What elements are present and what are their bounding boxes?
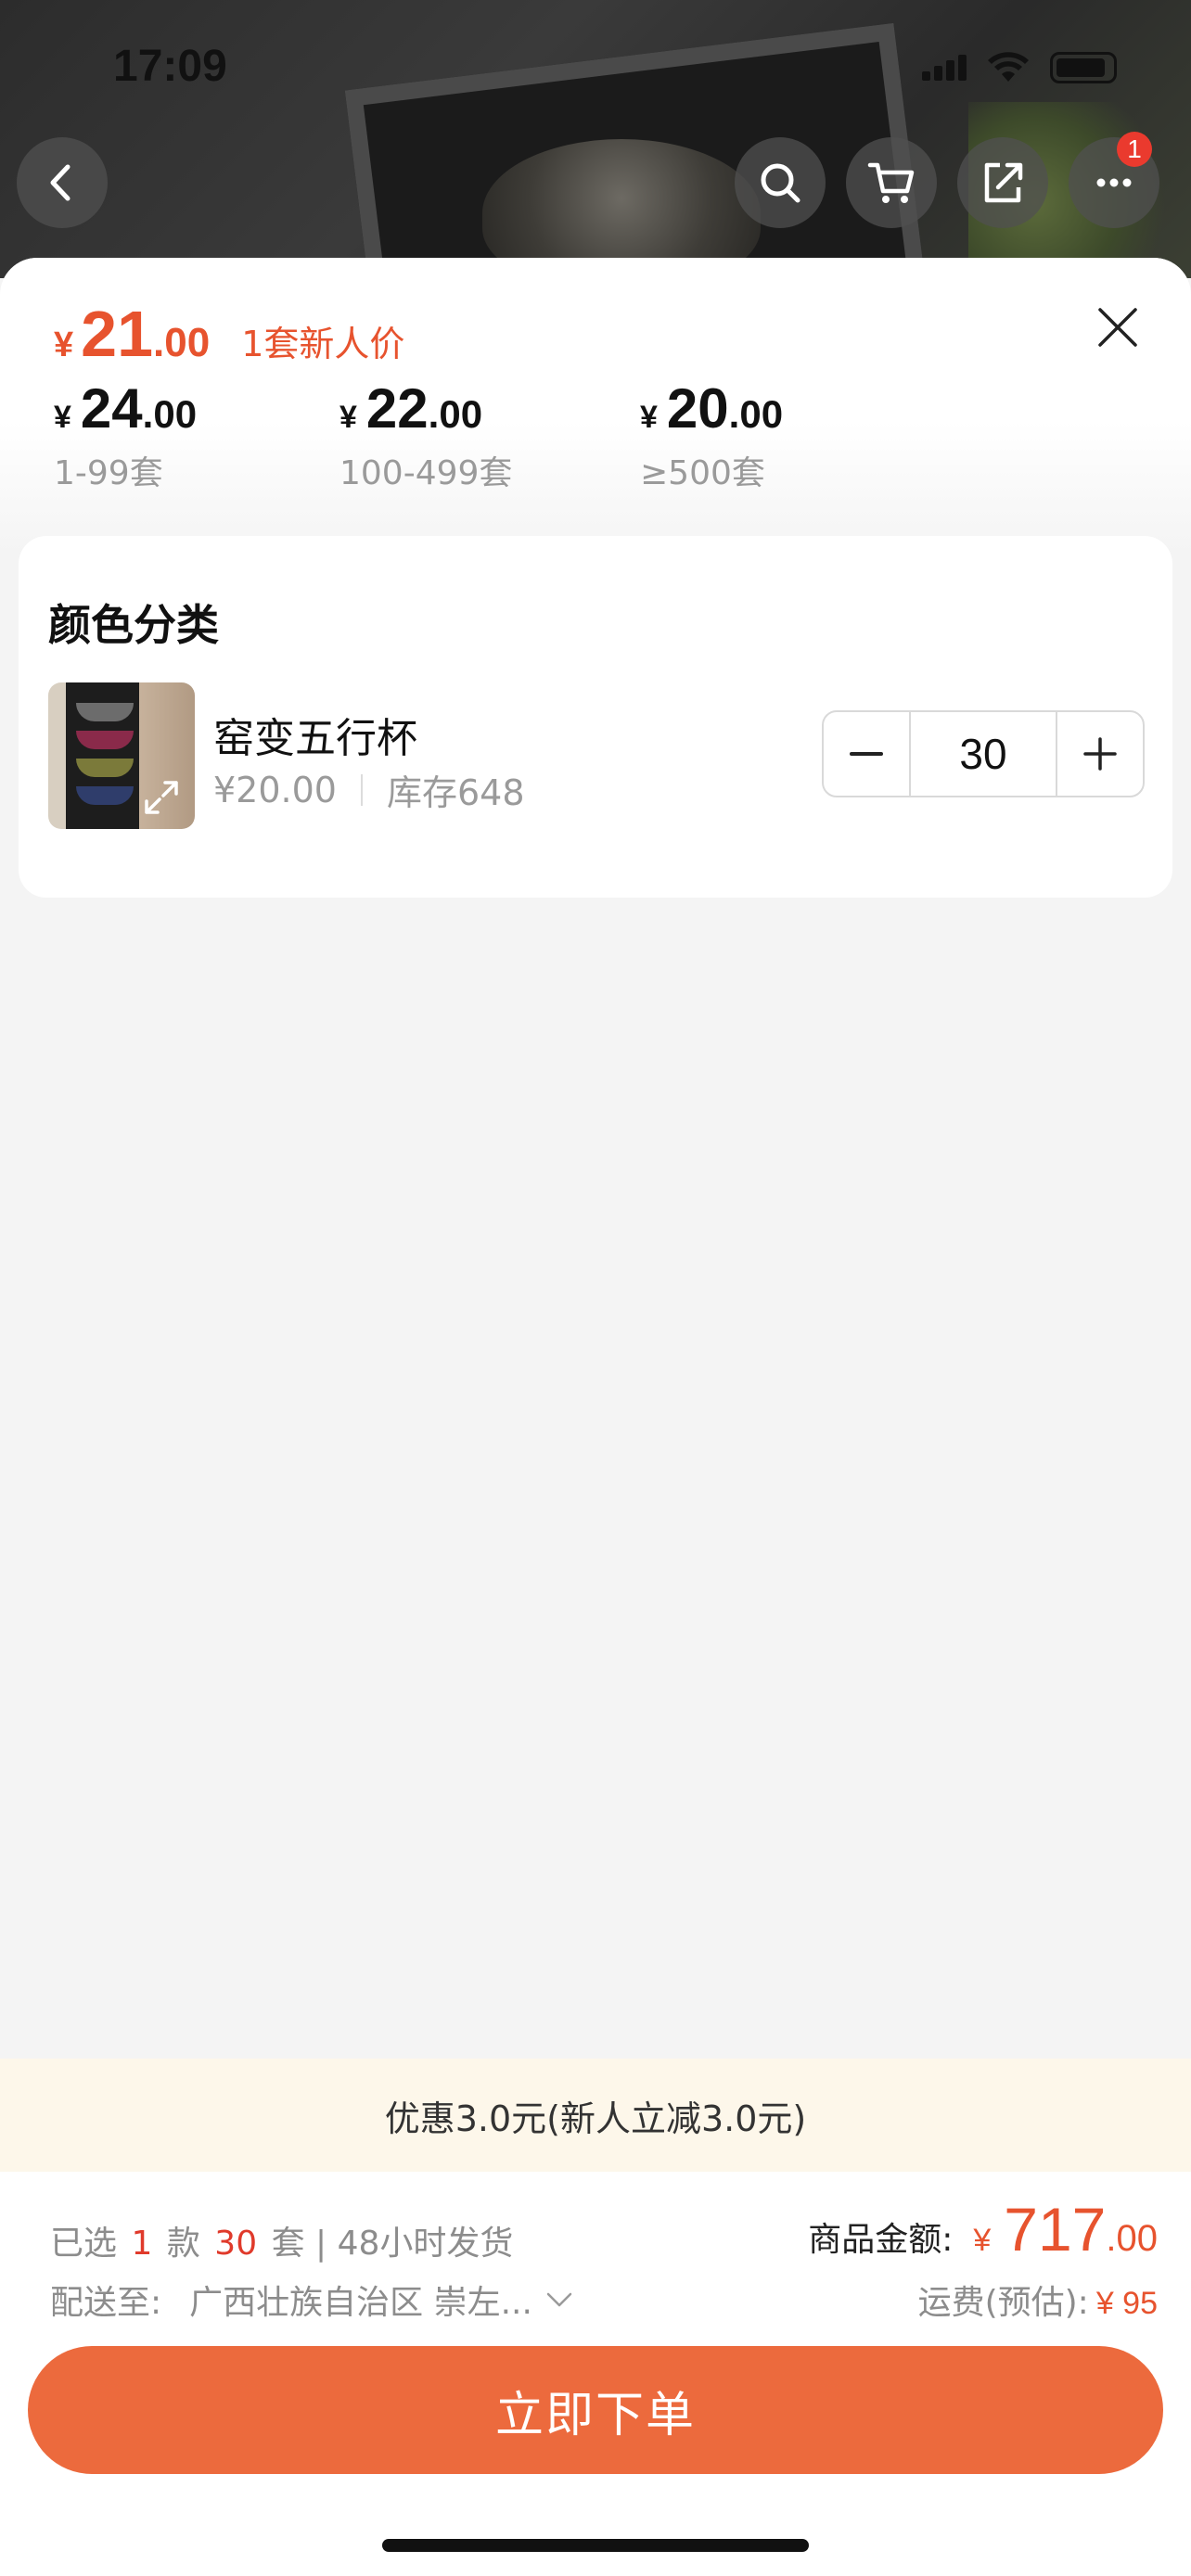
tier-currency: ¥ <box>54 400 71 435</box>
search-button[interactable] <box>735 137 826 228</box>
tier-range: 100-499套 <box>339 454 513 492</box>
freight-label: 运费(预估): <box>917 2284 1089 2322</box>
tier-integer: 24 <box>80 377 143 440</box>
bowl-image <box>76 703 134 721</box>
home-indicator <box>382 2539 809 2552</box>
tier-range: ≥500套 <box>640 454 765 492</box>
selected-count: 1 <box>131 2225 153 2263</box>
price-tier: ¥ 20 .00 ≥500套 <box>640 376 937 494</box>
selected-count-unit: 款 <box>166 2225 200 2263</box>
status-bar: 17:09 <box>0 0 1191 130</box>
quantity-input[interactable]: 30 <box>909 712 1057 796</box>
notification-badge: 1 <box>1117 132 1152 167</box>
freight-value: ¥ 95 <box>1095 2286 1158 2321</box>
cart-button[interactable] <box>846 137 937 228</box>
back-button[interactable] <box>17 137 108 228</box>
tier-currency: ¥ <box>339 400 357 435</box>
tier-decimal: .00 <box>728 392 784 436</box>
freight-estimate: 运费(预估): ¥ 95 <box>918 2276 1158 2324</box>
variant-meta: ¥20.00 库存648 <box>213 764 525 815</box>
divider <box>360 773 363 806</box>
ship-address: 广西壮族自治区 崇左... <box>189 2284 532 2322</box>
total-label: 商品金额: <box>808 2221 954 2259</box>
variant-section-title: 颜色分类 <box>48 600 219 650</box>
plus-icon <box>1083 737 1117 771</box>
quantity-stepper: 30 <box>822 710 1145 797</box>
variant-stock: 库存648 <box>386 772 525 813</box>
price-header: ¥ 21 .00 1套新人价 ¥ 24 .00 1-99套 ¥ 22 .00 1… <box>0 258 1191 555</box>
cellular-signal-icon <box>922 55 967 81</box>
total-currency: ¥ <box>973 2223 992 2258</box>
price-tier: ¥ 22 .00 100-499套 <box>339 376 636 494</box>
tier-currency: ¥ <box>640 400 658 435</box>
search-icon <box>761 163 800 203</box>
bowl-image <box>76 786 134 805</box>
tier-decimal: .00 <box>142 392 198 436</box>
total-decimal: .00 <box>1106 2218 1158 2259</box>
wifi-icon <box>988 52 1029 82</box>
expand-icon[interactable] <box>141 777 182 818</box>
close-icon[interactable] <box>1095 304 1141 351</box>
order-panel: 已选 1 款 30 套 | 48小时发货 配送至: 广西壮族自治区 崇左... … <box>0 2172 1191 2576</box>
total-integer: 717 <box>1004 2195 1107 2264</box>
tier-range: 1-99套 <box>54 454 163 492</box>
variant-card: 颜色分类 窑变五行杯 ¥20.00 库存648 30 <box>19 536 1172 898</box>
price-decimal: .00 <box>153 320 211 365</box>
price-currency: ¥ <box>54 325 74 364</box>
bowl-image <box>76 731 134 749</box>
minus-icon <box>850 752 883 756</box>
chevron-left-icon <box>50 164 70 201</box>
tier-decimal: .00 <box>428 392 483 436</box>
bowl-image <box>76 759 134 777</box>
status-icons <box>922 52 1117 83</box>
newcomer-price: ¥ 21 .00 1套新人价 <box>54 297 404 371</box>
variant-thumbnail[interactable] <box>48 682 195 829</box>
promo-bar: 优惠3.0元(新人立减3.0元) <box>0 2059 1191 2172</box>
selection-summary: 已选 1 款 30 套 | 48小时发货 <box>50 2216 513 2264</box>
battery-icon <box>1050 52 1117 83</box>
status-time: 17:09 <box>113 42 227 91</box>
share-button[interactable] <box>957 137 1048 228</box>
price-integer: 21 <box>81 298 154 370</box>
more-button[interactable]: 1 <box>1069 132 1159 228</box>
product-total: 商品金额: ¥ 717 .00 <box>808 2194 1158 2264</box>
cart-icon <box>867 162 915 203</box>
chevron-down-icon <box>546 2292 572 2307</box>
variant-name: 窑变五行杯 <box>213 715 417 762</box>
selected-qty-unit: 套 | 48小时发货 <box>271 2225 514 2263</box>
ship-label: 配送至: <box>50 2284 162 2322</box>
tier-integer: 20 <box>666 377 729 440</box>
decrease-button[interactable] <box>824 712 909 796</box>
shipping-address-selector[interactable]: 配送至: 广西壮族自治区 崇左... <box>50 2276 573 2324</box>
place-order-button[interactable]: 立即下单 <box>28 2346 1163 2474</box>
selected-qty: 30 <box>214 2225 258 2263</box>
selected-prefix: 已选 <box>50 2225 118 2263</box>
variant-price: ¥20.00 <box>213 769 337 810</box>
share-icon <box>984 162 1023 203</box>
tier-integer: 22 <box>365 377 429 440</box>
price-tier: ¥ 24 .00 1-99套 <box>54 376 351 494</box>
increase-button[interactable] <box>1057 712 1143 796</box>
newcomer-price-tag: 1套新人价 <box>241 324 405 364</box>
